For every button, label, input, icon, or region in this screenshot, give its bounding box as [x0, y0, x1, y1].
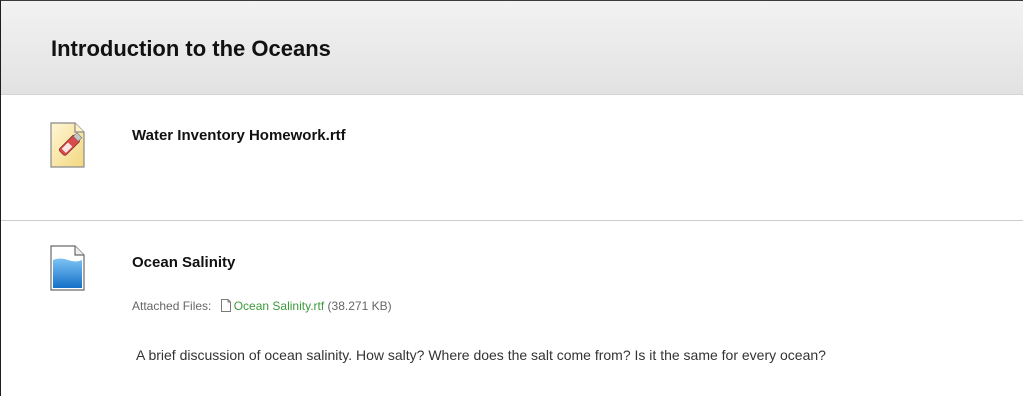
attached-file-link[interactable]: Ocean Salinity.rtf	[234, 299, 324, 313]
item-description: A brief discussion of ocean salinity. Ho…	[136, 347, 826, 363]
attached-files-label: Attached Files:	[132, 299, 212, 313]
content-item-water-inventory: Water Inventory Homework.rtf	[1, 95, 1023, 221]
content-item-ocean-salinity: Ocean Salinity Attached Files: Ocean Sal…	[1, 221, 1023, 396]
content-header: Introduction to the Oceans	[1, 1, 1023, 95]
page-title: Introduction to the Oceans	[51, 36, 331, 61]
attached-files-row: Attached Files: Ocean Salinity.rtf (38.2…	[132, 299, 392, 312]
blue-document-icon	[48, 244, 86, 292]
item-title-link[interactable]: Water Inventory Homework.rtf	[132, 128, 346, 143]
file-icon	[220, 299, 232, 312]
content-area: Introduction to the Oceans Water Invento…	[0, 0, 1023, 396]
item-title-link[interactable]: Ocean Salinity	[132, 255, 235, 270]
attached-file-size: (38.271 KB)	[327, 299, 392, 313]
usb-drive-file-icon	[48, 121, 86, 169]
